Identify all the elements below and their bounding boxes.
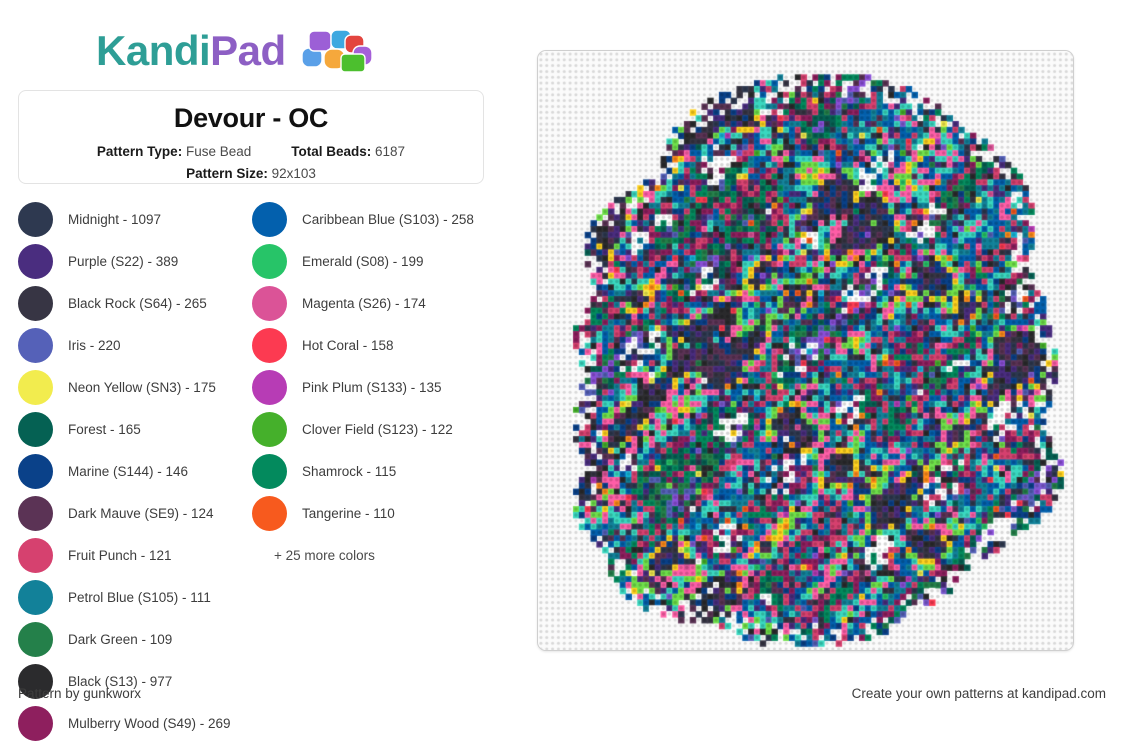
color-swatch — [18, 411, 53, 447]
legend-item-label: Neon Yellow (SN3) - 175 — [68, 379, 216, 395]
brand-logo[interactable]: KandiPad — [96, 22, 374, 80]
legend-item-label: Caribbean Blue (S103) - 258 — [302, 211, 474, 227]
legend-item-label: Iris - 220 — [68, 337, 121, 353]
legend-item: Black Rock (S64) - 265 — [18, 282, 252, 324]
color-swatch — [18, 579, 53, 615]
legend-item: Iris - 220 — [18, 324, 252, 366]
color-swatch — [18, 453, 53, 489]
pattern-type-label: Pattern Type: — [96, 144, 183, 160]
pegboard[interactable] — [537, 50, 1074, 651]
legend-item: Neon Yellow (SN3) - 175 — [18, 366, 252, 408]
legend-item-label: Purple (S22) - 389 — [68, 253, 179, 269]
legend-item: Tangerine - 110 — [252, 492, 486, 534]
color-swatch — [252, 369, 287, 405]
pattern-size-pair: Pattern Size: 92x103 — [186, 164, 316, 184]
color-swatch — [18, 621, 53, 657]
color-swatch — [18, 537, 53, 573]
bead-cluster-icon — [298, 26, 374, 76]
legend-item-label: Petrol Blue (S105) - 111 — [68, 589, 211, 605]
pattern-type-value: Fuse Bead — [185, 144, 252, 160]
color-swatch — [252, 495, 287, 531]
legend-item-label: Fruit Punch - 121 — [68, 547, 172, 563]
color-legend: Midnight - 1097 Purple (S22) - 389 Black R… — [18, 198, 488, 744]
pattern-meta-row-1: Pattern Type: Fuse Bead Total Beads: 6187 — [19, 142, 483, 162]
color-swatch — [252, 411, 287, 447]
legend-item-label: Shamrock - 115 — [302, 463, 397, 479]
kandipad-pattern-page: KandiPad Devour - OC Pattern Type: Fuse … — [0, 0, 1124, 741]
legend-item-label: Tangerine - 110 — [302, 505, 395, 521]
legend-item: Pink Plum (S133) - 135 — [252, 366, 486, 408]
legend-item-label: Magenta (S26) - 174 — [302, 295, 426, 311]
color-swatch — [252, 453, 287, 489]
legend-item-label: Hot Coral - 158 — [302, 337, 394, 353]
legend-item: Forest - 165 — [18, 408, 252, 450]
legend-item-label: Emerald (S08) - 199 — [302, 253, 424, 269]
pattern-size-label: Pattern Size: — [186, 166, 268, 182]
legend-item: Midnight - 1097 — [18, 198, 252, 240]
color-swatch — [18, 285, 53, 321]
legend-item-label: Dark Mauve (SE9) - 124 — [68, 505, 214, 521]
page-footer: Pattern by gunkworx Create your own patt… — [0, 672, 1124, 720]
legend-item: Hot Coral - 158 — [252, 324, 486, 366]
pattern-info-card: Devour - OC Pattern Type: Fuse Bead Total… — [18, 90, 484, 184]
color-swatch — [252, 285, 287, 321]
more-colors-label: + 25 more colors — [274, 547, 375, 563]
color-swatch — [252, 243, 287, 279]
legend-item-label: Black Rock (S64) - 265 — [68, 295, 207, 311]
legend-item: Shamrock - 115 — [252, 450, 486, 492]
color-swatch — [18, 369, 53, 405]
color-swatch — [252, 327, 287, 363]
legend-item: Emerald (S08) - 199 — [252, 240, 486, 282]
left-panel: KandiPad Devour - OC Pattern Type: Fuse … — [0, 0, 502, 741]
legend-item: Dark Green - 109 — [18, 618, 252, 660]
total-beads-value: 6187 — [375, 144, 406, 160]
legend-item: Caribbean Blue (S103) - 258 — [252, 198, 486, 240]
legend-item: Clover Field (S123) - 122 — [252, 408, 486, 450]
color-swatch — [18, 243, 53, 279]
legend-item-label: Forest - 165 — [68, 421, 141, 437]
bead-artwork — [538, 51, 1073, 650]
legend-item: Petrol Blue (S105) - 111 — [18, 576, 252, 618]
color-swatch — [18, 495, 53, 531]
pattern-preview[interactable] — [537, 50, 1074, 651]
brand-name-pad: Pad — [210, 27, 286, 74]
page-title: Devour - OC — [173, 103, 329, 133]
color-swatch — [18, 201, 53, 237]
legend-item-label: Marine (S144) - 146 — [68, 463, 189, 479]
pattern-type-pair: Pattern Type: Fuse Bead — [97, 142, 251, 162]
legend-item: Magenta (S26) - 174 — [252, 282, 486, 324]
pattern-meta-row-2: Pattern Size: 92x103 — [19, 164, 483, 184]
site-promo[interactable]: Create your own patterns at kandipad.com — [852, 686, 1106, 701]
brand-name-kandi: Kandi — [96, 27, 211, 74]
legend-item: Dark Mauve (SE9) - 124 — [18, 492, 252, 534]
legend-item-label: Midnight - 1097 — [68, 211, 162, 227]
color-swatch — [18, 327, 53, 363]
pattern-size-value: 92x103 — [271, 166, 316, 182]
legend-item-label: Pink Plum (S133) - 135 — [302, 379, 442, 395]
legend-item: Purple (S22) - 389 — [18, 240, 252, 282]
brand-wordmark: KandiPad — [96, 30, 286, 72]
total-beads-pair: Total Beads: 6187 — [291, 142, 405, 162]
legend-item: Marine (S144) - 146 — [18, 450, 252, 492]
legend-item-label: Clover Field (S123) - 122 — [302, 421, 453, 437]
pattern-author: Pattern by gunkworx — [18, 686, 142, 701]
color-swatch — [252, 201, 287, 237]
total-beads-label: Total Beads: — [291, 144, 372, 160]
legend-item-label: Dark Green - 109 — [68, 631, 173, 647]
legend-item: Fruit Punch - 121 — [18, 534, 252, 576]
